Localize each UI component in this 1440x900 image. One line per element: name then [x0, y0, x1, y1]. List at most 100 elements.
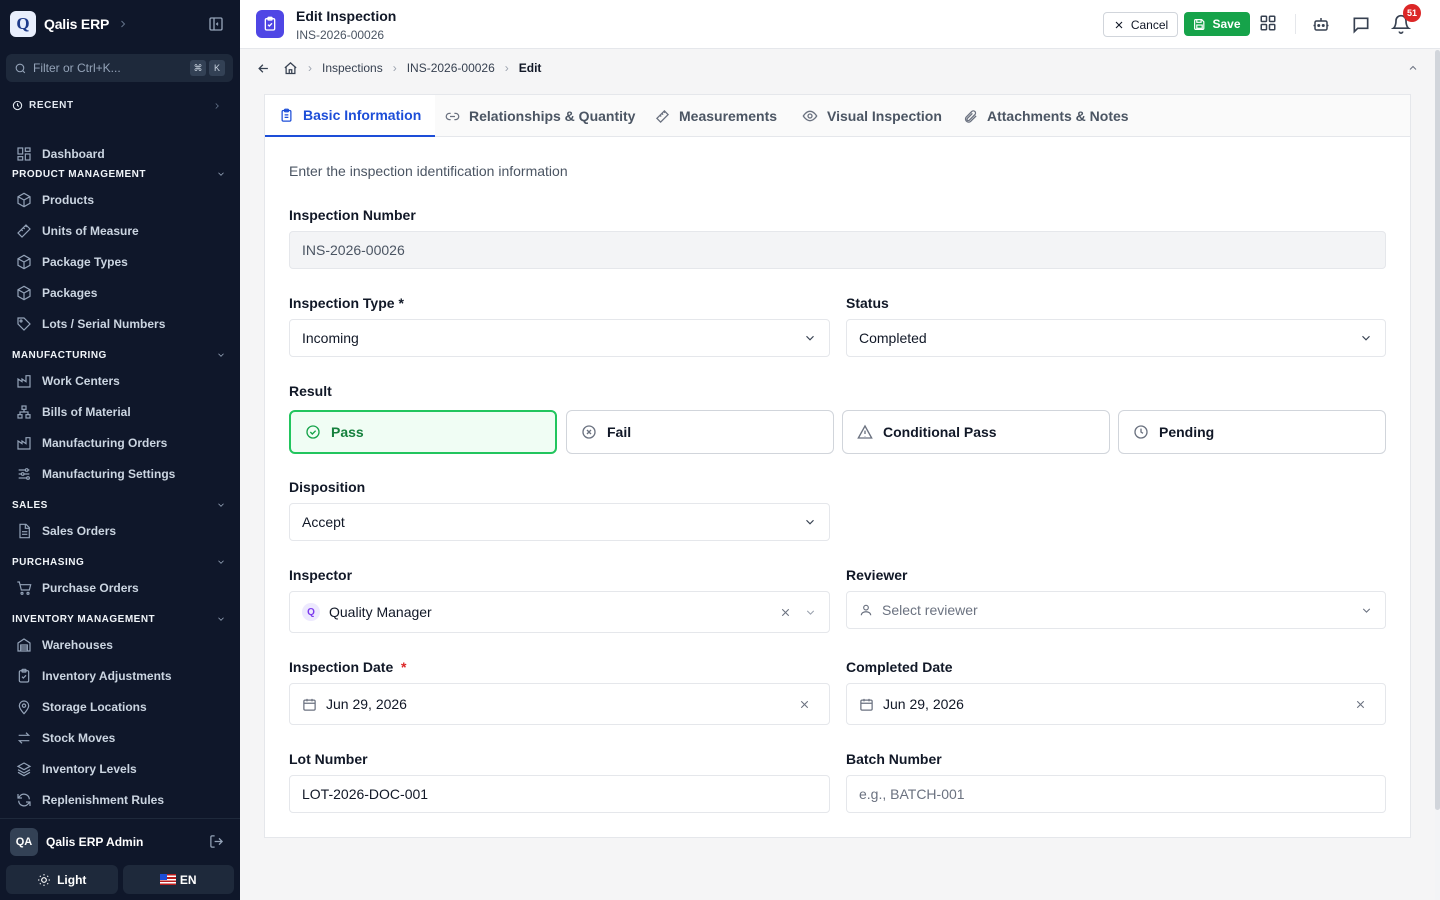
sidebar-item-label: Lots / Serial Numbers	[42, 316, 166, 331]
theme-toggle-button[interactable]: Light	[6, 865, 118, 894]
sidebar-group-title: PURCHASING	[12, 556, 85, 568]
sidebar-item-package-types[interactable]: Package Types	[0, 246, 240, 277]
avatar: QA	[10, 827, 38, 856]
tab-attachments-notes[interactable]: Attachments & Notes	[949, 95, 1143, 137]
batch-number-placeholder: e.g., BATCH-001	[859, 786, 965, 802]
result-option-fail[interactable]: Fail	[566, 410, 834, 454]
inspection-date-picker[interactable]: Jun 29, 2026	[289, 683, 830, 725]
disposition-select[interactable]: Accept	[289, 503, 830, 541]
inspection-type-value: Incoming	[302, 330, 359, 346]
recent-section-toggle[interactable]: RECENT	[12, 100, 222, 111]
tab-measurements[interactable]: Measurements	[641, 95, 791, 137]
sidebar-group-title: PRODUCT MANAGEMENT	[12, 168, 146, 180]
inspection-type-select[interactable]: Incoming	[289, 319, 830, 357]
apps-grid-icon[interactable]	[1259, 14, 1277, 32]
batch-number-label: Batch Number	[846, 751, 942, 767]
clock-icon	[12, 100, 23, 111]
sidebar-item-label: Manufacturing Settings	[42, 466, 176, 481]
sidebar-item-products[interactable]: Products	[0, 184, 240, 215]
sidebar-item-label: Purchase Orders	[42, 580, 139, 595]
clock-icon	[1133, 424, 1159, 440]
sidebar-item-storage-locations[interactable]: Storage Locations	[0, 691, 240, 722]
tab-visual-inspection[interactable]: Visual Inspection	[788, 95, 956, 137]
sidebar-item-purchase-orders[interactable]: Purchase Orders	[0, 572, 240, 603]
reviewer-select[interactable]: Select reviewer	[846, 591, 1386, 629]
sidebar-item-sales-orders[interactable]: Sales Orders	[0, 515, 240, 546]
user-profile[interactable]: QA Qalis ERP Admin	[0, 818, 240, 864]
sidebar-item-work-centers[interactable]: Work Centers	[0, 365, 240, 396]
sidebar-item-manufacturing-orders[interactable]: Manufacturing Orders	[0, 427, 240, 458]
lot-number-input[interactable]: LOT-2026-DOC-001	[289, 775, 830, 813]
sidebar-item-units-of-measure[interactable]: Units of Measure	[0, 215, 240, 246]
calendar-icon	[859, 697, 874, 712]
warning-triangle-icon	[857, 424, 883, 440]
tab-label: Measurements	[679, 108, 778, 124]
inspection-type-label: Inspection Type *	[289, 295, 404, 311]
result-option-conditional-pass[interactable]: Conditional Pass	[842, 410, 1110, 454]
sidebar-collapse-icon[interactable]	[208, 16, 224, 32]
result-option-pass[interactable]: Pass	[289, 410, 557, 454]
reviewer-label: Reviewer	[846, 567, 908, 583]
sidebar-item-label: Inventory Adjustments	[42, 668, 172, 683]
status-select[interactable]: Completed	[846, 319, 1386, 357]
sidebar-filter-input[interactable]: Filter or Ctrl+K... ⌘ K	[6, 54, 233, 82]
bot-icon[interactable]	[1312, 15, 1330, 33]
back-arrow-icon[interactable]	[256, 61, 271, 76]
sidebar-item-inventory-levels[interactable]: Inventory Levels	[0, 753, 240, 784]
logout-icon[interactable]	[209, 834, 224, 849]
cart-icon	[16, 580, 32, 596]
language-label: EN	[179, 872, 197, 887]
cancel-button[interactable]: Cancel	[1103, 12, 1178, 37]
inspector-select[interactable]: Q Quality Manager	[289, 591, 830, 633]
breadcrumb-record[interactable]: INS-2026-00026	[407, 61, 495, 75]
check-circle-icon	[305, 424, 331, 440]
chevron-up-icon[interactable]	[1407, 62, 1419, 74]
clear-icon[interactable]	[1354, 698, 1367, 711]
sidebar-item-stock-moves[interactable]: Stock Moves	[0, 722, 240, 753]
sidebar-group-sales[interactable]: SALES	[0, 495, 240, 515]
chevron-right-icon[interactable]	[117, 18, 129, 30]
chevron-down-icon	[1359, 331, 1373, 345]
home-icon[interactable]	[283, 61, 298, 76]
ruler-icon	[16, 223, 32, 239]
sidebar-item-label: Replenishment Rules	[42, 792, 165, 807]
sidebar-item-bills-of-material[interactable]: Bills of Material	[0, 396, 240, 427]
sidebar-item-manufacturing-settings[interactable]: Manufacturing Settings	[0, 458, 240, 489]
sidebar-item-warehouses[interactable]: Warehouses	[0, 629, 240, 660]
user-icon	[859, 603, 873, 617]
section-description: Enter the inspection identification info…	[289, 163, 568, 179]
dashboard-icon	[16, 146, 32, 162]
chat-icon[interactable]	[1351, 15, 1371, 35]
sidebar-item-packages[interactable]: Packages	[0, 277, 240, 308]
sidebar-item-lots-serial-numbers[interactable]: Lots / Serial Numbers	[0, 308, 240, 339]
sidebar-group-inventory-management[interactable]: INVENTORY MANAGEMENT	[0, 609, 240, 629]
scrollbar-thumb[interactable]	[1435, 50, 1440, 810]
ruler-icon	[655, 109, 679, 124]
inspection-date-value: Jun 29, 2026	[326, 696, 407, 712]
brand[interactable]: Q Qalis ERP	[10, 10, 129, 38]
chevron-down-icon	[804, 606, 817, 619]
completed-date-picker[interactable]: Jun 29, 2026	[846, 683, 1386, 725]
sidebar-group-purchasing[interactable]: PURCHASING	[0, 552, 240, 572]
inspection-date-label: Inspection Date *	[289, 659, 406, 675]
tab-basic-information[interactable]: Basic Information	[265, 95, 436, 137]
sidebar-group-product-management[interactable]: PRODUCT MANAGEMENT	[0, 164, 240, 184]
clear-icon[interactable]	[798, 698, 811, 711]
tab-relationships-quantity[interactable]: Relationships & Quantity	[431, 95, 649, 137]
result-option-pending[interactable]: Pending	[1118, 410, 1386, 454]
breadcrumb-inspections[interactable]: Inspections	[322, 61, 383, 75]
sidebar-group-manufacturing[interactable]: MANUFACTURING	[0, 345, 240, 365]
page-scrollbar[interactable]	[1435, 50, 1440, 900]
clipboard-icon	[279, 108, 303, 123]
batch-number-input[interactable]: e.g., BATCH-001	[846, 775, 1386, 813]
sidebar-group-title: SALES	[12, 499, 48, 511]
chevron-down-icon	[216, 169, 226, 179]
clear-icon[interactable]	[779, 606, 792, 619]
clipboard-check-icon	[256, 10, 284, 38]
clipboard-check-icon	[16, 668, 32, 684]
reviewer-placeholder: Select reviewer	[882, 602, 978, 618]
sidebar-item-replenishment-rules[interactable]: Replenishment Rules	[0, 784, 240, 815]
language-button[interactable]: EN	[122, 865, 234, 894]
sidebar-item-inventory-adjustments[interactable]: Inventory Adjustments	[0, 660, 240, 691]
save-button[interactable]: Save	[1184, 12, 1250, 36]
